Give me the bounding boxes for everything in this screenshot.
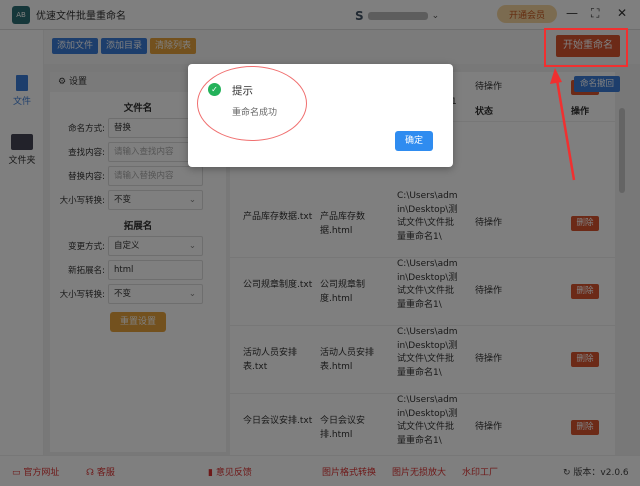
annotation-arrow bbox=[550, 68, 576, 181]
